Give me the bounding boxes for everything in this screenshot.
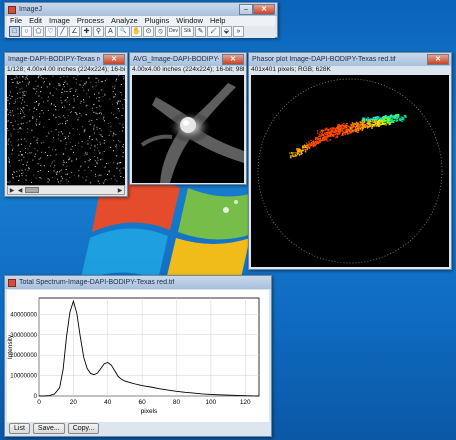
- phasor-info: 401x401 pixels; RGB; 628K: [251, 66, 449, 74]
- menu-process[interactable]: Process: [77, 16, 104, 26]
- x-tick-label: 20: [70, 399, 78, 406]
- avg-window-title: AVG_Image-DAPI-BODIPY-Texas red.tif: [133, 56, 219, 63]
- line-tool[interactable]: ╱: [57, 26, 68, 37]
- close-button[interactable]: ✕: [253, 4, 275, 15]
- imagej-window: ImageJ – ✕ File Edit Image Process Analy…: [4, 2, 278, 38]
- imagej-title: ImageJ: [19, 6, 42, 13]
- play-icon[interactable]: ▶: [8, 187, 16, 194]
- plot-frame: [38, 297, 260, 397]
- pencil-tool[interactable]: ✎: [195, 26, 206, 37]
- close-button[interactable]: ✕: [103, 54, 125, 65]
- close-button[interactable]: ✕: [222, 54, 244, 65]
- x-axis-label: pixels: [141, 408, 158, 415]
- stk-tool[interactable]: Stk: [181, 26, 194, 37]
- close-button[interactable]: ✕: [427, 54, 449, 65]
- menu-edit[interactable]: Edit: [29, 16, 42, 26]
- angle-tool[interactable]: ∠: [69, 26, 80, 37]
- y-tick-label: 40000000: [10, 312, 37, 318]
- avg-window-titlebar[interactable]: AVG_Image-DAPI-BODIPY-Texas red.tif ✕: [130, 53, 246, 66]
- menu-plugins[interactable]: Plugins: [145, 16, 170, 26]
- y-tick-label: 20000000: [10, 353, 37, 359]
- dev-tool[interactable]: Dev: [167, 26, 180, 37]
- rectangle-tool[interactable]: □: [9, 26, 20, 37]
- spectrum-app-icon: [8, 278, 16, 287]
- phasor-plot-canvas[interactable]: [251, 75, 449, 267]
- point-tool[interactable]: ✚: [81, 26, 92, 37]
- stack-slider[interactable]: ▶ ◀ ▶: [7, 185, 125, 195]
- oval-tool[interactable]: ○: [21, 26, 32, 37]
- imagej-titlebar[interactable]: ImageJ – ✕: [5, 3, 277, 16]
- x-tick-label: 100: [205, 399, 216, 406]
- color-picker-tool[interactable]: ⊙: [143, 26, 154, 37]
- imagej-app-icon: [8, 5, 16, 14]
- menu-window[interactable]: Window: [176, 16, 203, 26]
- x-tick-label: 0: [37, 399, 41, 406]
- avg-info: 4.00x4.00 inches (224x224); 16-bit; 98K: [132, 66, 244, 74]
- x-tick-label: 40: [104, 399, 112, 406]
- spectrum-window-titlebar[interactable]: Total Spectrum-Image-DAPI-BODIPY-Texas r…: [5, 276, 271, 289]
- x-tick-label: 120: [240, 399, 251, 406]
- menu-file[interactable]: File: [10, 16, 22, 26]
- scroll-tool[interactable]: ✋: [131, 26, 142, 37]
- minimize-button[interactable]: –: [239, 4, 253, 15]
- freehand-tool[interactable]: ♡: [45, 26, 56, 37]
- phasor-window-title: Phasor plot Image-DAPI-BODIPY-Texas red.…: [252, 56, 396, 63]
- flood-fill-tool[interactable]: ⬙: [221, 26, 232, 37]
- more-tools[interactable]: »: [233, 26, 244, 37]
- slider-thumb[interactable]: [25, 187, 39, 193]
- toolbar: □ ○ ⬠ ♡ ╱ ∠ ✚ ⚲ A 🔍 ✋ ⊙ ⦸ Dev Stk ✎ 🖌 ⬙»: [7, 26, 275, 38]
- menubar: File Edit Image Process Analyze Plugins …: [7, 16, 275, 26]
- spectrum-window: Total Spectrum-Image-DAPI-BODIPY-Texas r…: [4, 275, 272, 437]
- phasor-window-titlebar[interactable]: Phasor plot Image-DAPI-BODIPY-Texas red.…: [249, 53, 451, 66]
- save-button[interactable]: Save...: [32, 423, 65, 434]
- copy-button[interactable]: Copy...: [67, 423, 100, 434]
- y-tick-label: 30000000: [10, 333, 37, 339]
- y-axis-label: Intensity: [7, 334, 14, 359]
- right-arrow-icon[interactable]: ▶: [116, 187, 124, 194]
- image-window-titlebar[interactable]: Image-DAPI-BODIPY-Texas red.tif ✕: [5, 53, 127, 66]
- plot-area: 0 20 40 60 80 100 120 0 10000000 20000000 30000000…: [7, 290, 269, 422]
- spectrum-window-title: Total Spectrum-Image-DAPI-BODIPY-Texas r…: [19, 279, 175, 286]
- x-tick-label: 60: [139, 399, 147, 406]
- phasor-window: Phasor plot Image-DAPI-BODIPY-Texas red.…: [248, 52, 452, 270]
- list-button[interactable]: List: [9, 423, 30, 434]
- x-tick-label: 80: [173, 399, 181, 406]
- polygon-tool[interactable]: ⬠: [33, 26, 44, 37]
- stop-tool[interactable]: ⦸: [155, 26, 166, 37]
- brush-tool[interactable]: 🖌: [207, 26, 220, 37]
- menu-image[interactable]: Image: [49, 16, 70, 26]
- image-info: 1/128; 4.00x4.00 inches (224x224); 16-bi…: [7, 66, 125, 74]
- image-canvas[interactable]: [7, 75, 125, 185]
- menu-analyze[interactable]: Analyze: [111, 16, 138, 26]
- menu-help[interactable]: Help: [210, 16, 225, 26]
- magnifier-tool[interactable]: 🔍: [117, 26, 130, 37]
- image-window-title: Image-DAPI-BODIPY-Texas red.tif: [8, 56, 100, 63]
- avg-window: AVG_Image-DAPI-BODIPY-Texas red.tif ✕ 4.…: [129, 52, 247, 185]
- left-arrow-icon[interactable]: ◀: [16, 187, 24, 194]
- spectrum-chart: 0 20 40 60 80 100 1200100000002000000030000000…: [7, 297, 260, 415]
- avg-image-canvas[interactable]: [132, 75, 244, 183]
- text-tool[interactable]: A: [105, 26, 116, 37]
- wand-tool[interactable]: ⚲: [93, 26, 104, 37]
- image-window: Image-DAPI-BODIPY-Texas red.tif ✕ 1/128;…: [4, 52, 128, 197]
- y-tick-label: 10000000: [10, 374, 37, 380]
